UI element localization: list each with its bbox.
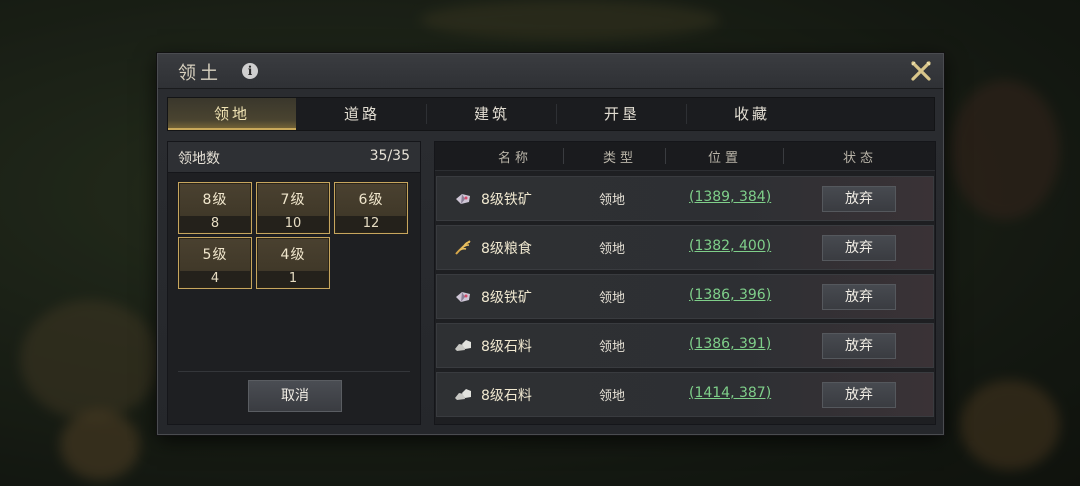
territory-name: 8级粮食 [481, 241, 532, 257]
table-row: 8级铁矿 领地 (1386, 396) 放弃 [436, 274, 934, 319]
table-row: 8级铁矿 领地 (1389, 384) 放弃 [436, 176, 934, 221]
level-count: 1 [258, 271, 328, 287]
column-divider [665, 148, 666, 164]
territory-name: 8级铁矿 [481, 192, 532, 208]
stone-icon [455, 340, 471, 351]
tab-bar: 领地 道路 建筑 开垦 收藏 [167, 97, 935, 131]
tab-roads[interactable]: 道路 [298, 98, 426, 130]
grain-icon [455, 240, 471, 255]
iron-ore-icon [456, 292, 470, 302]
table-row: 8级粮食 领地 (1382, 400) 放弃 [436, 225, 934, 270]
territory-name: 8级铁矿 [481, 290, 532, 306]
dialog-titlebar: 领土 i [158, 54, 943, 89]
column-divider [783, 148, 784, 164]
abandon-button[interactable]: 放弃 [822, 382, 896, 408]
level-name: 4级 [280, 247, 306, 263]
level-filter-8[interactable]: 8级 8 [178, 182, 252, 234]
level-name: 6级 [358, 192, 384, 208]
territory-count-label: 领地数 [178, 151, 220, 167]
tab-territory[interactable]: 领地 [168, 98, 296, 130]
territory-summary-panel: 领地数 35/35 8级 8 7级 10 6级 12 5级 4 4级 1 取消 [167, 141, 421, 425]
territory-name: 8级石料 [481, 339, 532, 355]
tab-divider [556, 104, 557, 124]
coordinate-link[interactable]: (1386, 396) [689, 287, 771, 303]
dialog-title: 领土 [178, 63, 222, 84]
iron-ore-icon [456, 194, 470, 204]
abandon-button[interactable]: 放弃 [822, 235, 896, 261]
level-filter-5[interactable]: 5级 4 [178, 237, 252, 289]
divider [178, 371, 410, 372]
abandon-button[interactable]: 放弃 [822, 333, 896, 359]
tab-buildings[interactable]: 建筑 [428, 98, 556, 130]
tab-reclaim[interactable]: 开垦 [558, 98, 686, 130]
level-filter-4[interactable]: 4级 1 [256, 237, 330, 289]
tab-divider [686, 104, 687, 124]
coordinate-link[interactable]: (1386, 391) [689, 336, 771, 352]
level-count: 4 [180, 271, 250, 287]
summary-header: 领地数 35/35 [168, 142, 420, 173]
territory-type: 领地 [599, 291, 626, 306]
territory-count-value: 35/35 [369, 148, 410, 164]
cancel-button[interactable]: 取消 [248, 380, 342, 412]
territory-type: 领地 [599, 193, 626, 208]
table-header: 名称 类型 位置 状态 [435, 142, 935, 171]
level-name: 8级 [202, 192, 228, 208]
territory-name: 8级石料 [481, 388, 532, 404]
column-header-status: 状态 [842, 151, 877, 166]
level-count: 12 [336, 216, 406, 232]
coordinate-link[interactable]: (1382, 400) [689, 238, 771, 254]
territory-list-panel: 名称 类型 位置 状态 8级铁矿 领地 (1389, 384) 放弃 8级粮食 … [434, 141, 936, 425]
close-icon[interactable] [909, 59, 933, 83]
tab-favorites[interactable]: 收藏 [688, 98, 816, 130]
territory-type: 领地 [599, 340, 626, 355]
column-header-name: 名称 [497, 151, 532, 166]
level-count: 10 [258, 216, 328, 232]
column-divider [563, 148, 564, 164]
territory-type: 领地 [599, 242, 626, 257]
info-icon[interactable]: i [242, 63, 258, 79]
tab-divider [426, 104, 427, 124]
stone-icon [455, 389, 471, 400]
abandon-button[interactable]: 放弃 [822, 186, 896, 212]
level-filter-6[interactable]: 6级 12 [334, 182, 408, 234]
table-row: 8级石料 领地 (1386, 391) 放弃 [436, 323, 934, 368]
level-name: 5级 [202, 247, 228, 263]
table-row: 8级石料 领地 (1414, 387) 放弃 [436, 372, 934, 417]
level-count: 8 [180, 216, 250, 232]
level-filter-7[interactable]: 7级 10 [256, 182, 330, 234]
territory-dialog: 领土 i 领地 道路 建筑 开垦 收藏 领地数 35/35 8级 8 7级 10… [157, 53, 944, 435]
column-header-position: 位置 [707, 151, 742, 166]
column-header-type: 类型 [602, 151, 637, 166]
abandon-button[interactable]: 放弃 [822, 284, 896, 310]
coordinate-link[interactable]: (1389, 384) [689, 189, 771, 205]
territory-type: 领地 [599, 389, 626, 404]
level-name: 7级 [280, 192, 306, 208]
coordinate-link[interactable]: (1414, 387) [689, 385, 771, 401]
